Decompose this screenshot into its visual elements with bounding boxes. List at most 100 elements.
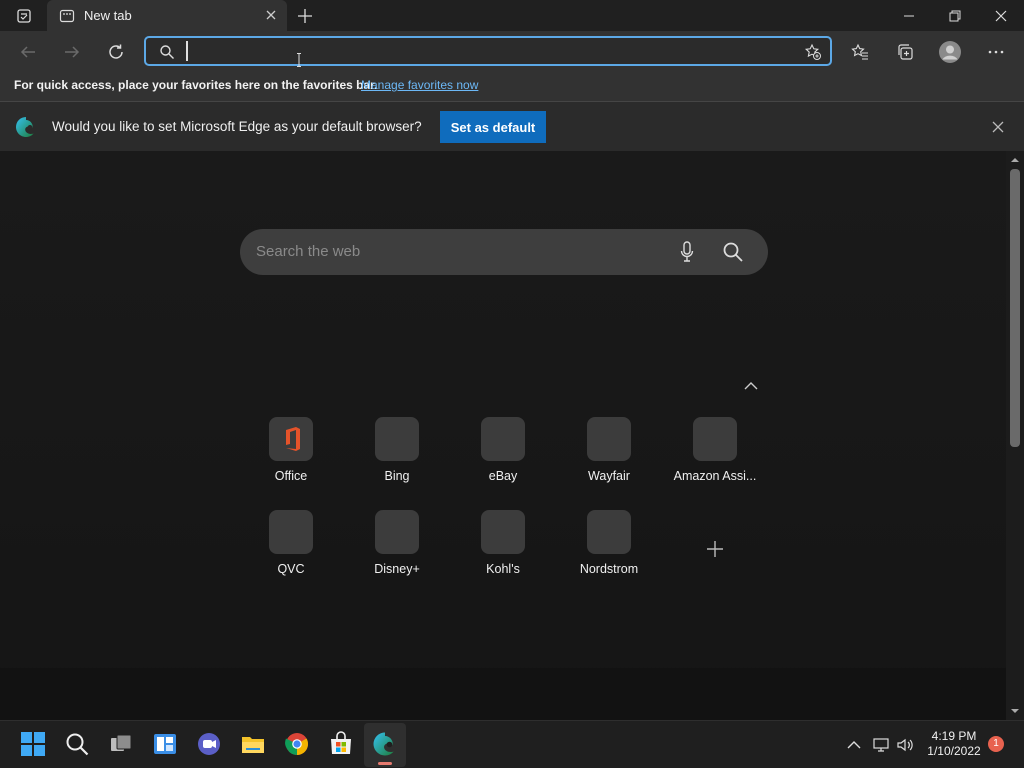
forward-arrow-icon	[65, 46, 80, 58]
forward-button[interactable]	[57, 37, 87, 67]
plus-icon	[298, 9, 312, 23]
title-bar: New tab	[0, 0, 1024, 31]
edge-browser-icon[interactable]	[372, 731, 398, 757]
manage-favorites-link[interactable]: Manage favorites now	[361, 78, 478, 92]
qvc-icon	[269, 510, 313, 554]
notification-badge[interactable]: 1	[988, 736, 1004, 752]
microphone-icon[interactable]	[680, 241, 694, 263]
chrome-icon[interactable]	[284, 731, 310, 757]
taskbar: 4:19 PM 1/10/2022 1	[0, 720, 1024, 768]
teams-chat-icon[interactable]	[196, 731, 222, 757]
favorites-bar: For quick access, place your favorites h…	[0, 73, 1024, 102]
page-scrollbar[interactable]	[1006, 151, 1024, 720]
quick-link-wayfair[interactable]: Wayfair	[563, 417, 655, 491]
quick-link-bing[interactable]: Bing	[351, 417, 443, 491]
ebay-icon	[481, 417, 525, 461]
refresh-button[interactable]	[101, 37, 131, 67]
close-infobar-icon[interactable]	[990, 119, 1006, 135]
new-tab-page-icon	[59, 9, 75, 23]
wayfair-icon	[587, 417, 631, 461]
clock-date: 1/10/2022	[927, 744, 981, 758]
quick-link-label: QVC	[277, 562, 305, 576]
network-icon[interactable]	[872, 736, 890, 754]
set-as-default-button[interactable]: Set as default	[440, 111, 546, 143]
quick-link-label: Kohl's	[486, 562, 520, 576]
add-favorite-icon[interactable]	[804, 43, 822, 61]
nordstrom-icon	[587, 510, 631, 554]
tab-actions-button[interactable]	[8, 4, 40, 28]
quick-link-ebay[interactable]: eBay	[457, 417, 549, 491]
minimize-button[interactable]	[886, 0, 932, 31]
quick-link-label: Bing	[384, 469, 410, 483]
restore-button[interactable]	[932, 0, 978, 31]
quick-link-label: Office	[274, 469, 308, 483]
collections-icon	[898, 44, 913, 60]
scrollbar-thumb[interactable]	[1010, 169, 1020, 447]
avatar-icon	[939, 41, 961, 63]
quick-link-label: Nordstrom	[579, 562, 639, 576]
favorites-icon	[851, 43, 868, 60]
back-button[interactable]	[13, 37, 43, 67]
quick-link-office[interactable]: Office	[245, 417, 337, 491]
chevron-up-icon[interactable]	[742, 379, 760, 393]
office-icon	[269, 417, 313, 461]
profile-button[interactable]	[935, 37, 965, 67]
web-search-box[interactable]: Search the web	[240, 229, 768, 275]
settings-more-button[interactable]	[981, 37, 1011, 67]
start-windows-icon[interactable]	[20, 731, 46, 757]
restore-icon	[949, 10, 961, 21]
quick-link-label: Amazon Assi...	[673, 469, 757, 483]
tab-actions-icon	[17, 9, 31, 23]
collections-button[interactable]	[890, 37, 920, 67]
text-cursor-icon	[297, 53, 301, 67]
scroll-up-icon[interactable]	[1010, 155, 1020, 165]
address-bar[interactable]	[144, 36, 832, 66]
favorites-bar-message: For quick access, place your favorites h…	[14, 78, 378, 92]
new-tab-button[interactable]	[294, 5, 316, 27]
task-view-icon[interactable]	[108, 731, 134, 757]
microsoft-store-icon[interactable]	[328, 731, 354, 757]
minimize-icon	[904, 15, 914, 16]
add-quick-link-icon[interactable]	[703, 537, 727, 561]
search-icon	[160, 45, 174, 59]
quick-link-label: Wayfair	[588, 469, 630, 483]
content-feed-strip	[0, 668, 1006, 720]
back-arrow-icon	[20, 46, 35, 58]
quick-link-qvc[interactable]: QVC	[245, 510, 337, 584]
quick-link-nordstrom[interactable]: Nordstrom	[563, 510, 655, 584]
search-placeholder: Search the web	[256, 243, 361, 260]
more-icon	[988, 50, 1004, 54]
show-hidden-icons-chevron-icon[interactable]	[845, 736, 863, 754]
default-browser-infobar: Would you like to set Microsoft Edge as …	[0, 102, 1024, 151]
refresh-icon	[109, 44, 123, 59]
navigation-toolbar	[0, 31, 1024, 73]
file-explorer-icon[interactable]	[240, 731, 266, 757]
tab-title: New tab	[84, 8, 132, 23]
taskbar-clock[interactable]: 4:19 PM 1/10/2022	[920, 729, 988, 759]
favorites-button[interactable]	[845, 37, 875, 67]
close-icon	[995, 10, 1007, 21]
tab-new-tab[interactable]: New tab	[47, 0, 287, 31]
search-icon[interactable]	[722, 241, 744, 263]
infobar-message: Would you like to set Microsoft Edge as …	[52, 119, 422, 134]
new-tab-page: Search the web Office Bing eBay Wayfair …	[0, 151, 1006, 720]
quick-link-kohls[interactable]: Kohl's	[457, 510, 549, 584]
edge-logo-icon	[16, 117, 34, 137]
quick-link-label: eBay	[488, 469, 518, 483]
disney-plus-icon	[375, 510, 419, 554]
quick-link-disney-plus[interactable]: Disney+	[351, 510, 443, 584]
close-tab-icon[interactable]	[264, 8, 278, 22]
widgets-icon[interactable]	[152, 731, 178, 757]
quick-link-label: Disney+	[374, 562, 420, 576]
address-input[interactable]	[186, 41, 776, 61]
running-indicator	[378, 762, 392, 765]
amazon-assistant-icon	[693, 417, 737, 461]
bing-icon	[375, 417, 419, 461]
kohls-icon	[481, 510, 525, 554]
quick-link-amazon-assistant[interactable]: Amazon Assi...	[669, 417, 761, 491]
search-icon[interactable]	[64, 731, 90, 757]
close-window-button[interactable]	[978, 0, 1024, 31]
clock-time: 4:19 PM	[931, 729, 977, 743]
scroll-down-icon[interactable]	[1010, 706, 1020, 716]
volume-icon[interactable]	[896, 736, 914, 754]
